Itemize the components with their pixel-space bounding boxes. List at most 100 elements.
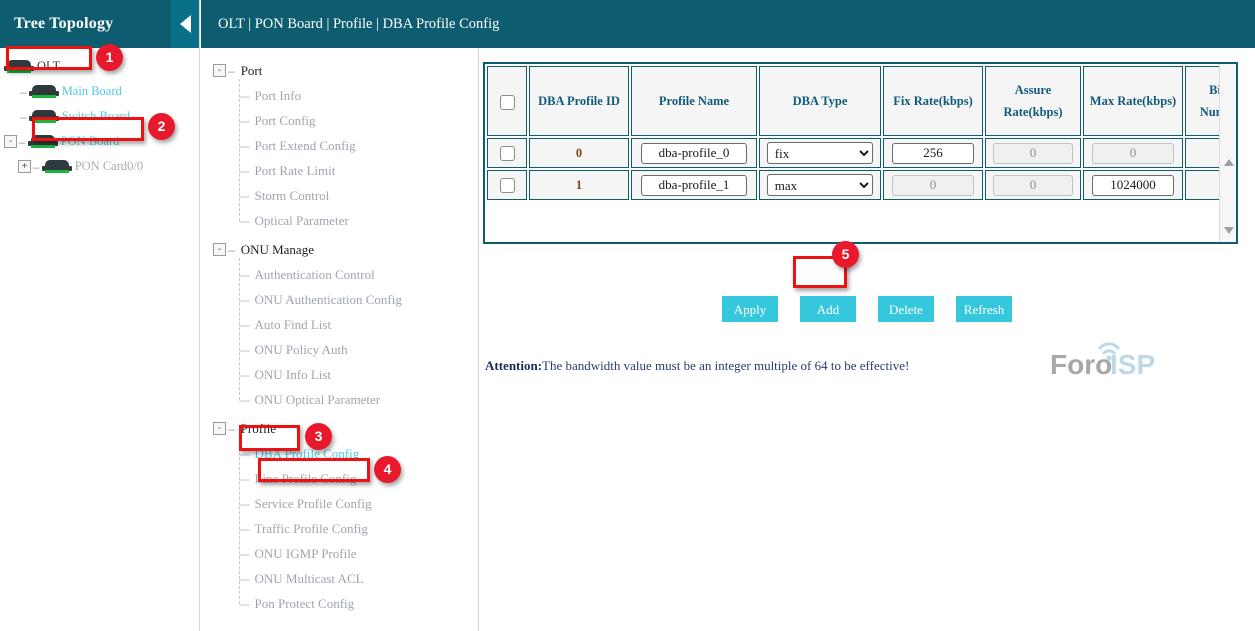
nav-children-onu-manage: --- Authentication Control --- ONU Authe…	[201, 262, 478, 412]
tree-connector: –	[18, 85, 29, 99]
assure-rate-input	[993, 143, 1072, 164]
col-assure-rate-line2: Rate(kbps)	[1003, 105, 1062, 119]
cell-assure-rate	[985, 138, 1081, 168]
delete-button[interactable]: Delete	[878, 296, 934, 322]
fix-rate-input	[892, 175, 975, 196]
tree-node-switch-board[interactable]: – Switch Board	[0, 104, 199, 129]
add-button[interactable]: Add	[800, 296, 856, 322]
nav-item-connector: ---	[239, 189, 250, 203]
nav-item-storm-control[interactable]: --- Storm Control	[201, 183, 478, 208]
chevron-left-icon[interactable]	[171, 0, 199, 48]
col-assure-rate: Assure Rate(kbps)	[985, 66, 1081, 136]
nav-group-label: ONU Manage	[241, 242, 314, 258]
nav-item-line-profile-config[interactable]: --- Line Profile Config	[201, 466, 478, 491]
nav-item-label: ONU Authentication Config	[255, 292, 402, 308]
action-button-row: Apply Add Delete Refresh	[480, 296, 1240, 322]
foroisp-watermark: Foro ISP	[1048, 336, 1178, 381]
tree-topology-body: OLT – Main Board – Switch Board - –	[0, 48, 199, 631]
tree-node-olt[interactable]: OLT	[0, 54, 199, 79]
nav-group-profile[interactable]: - – Profile	[201, 416, 478, 441]
nav-item-label: Port Config	[255, 113, 316, 129]
nav-item-label: ONU IGMP Profile	[255, 546, 357, 562]
nav-item-connector: ---	[239, 447, 250, 461]
tree-expander-plus-icon[interactable]: +	[18, 160, 31, 173]
nav-item-traffic-profile-config[interactable]: --- Traffic Profile Config	[201, 516, 478, 541]
nav-item-onu-igmp-profile[interactable]: --- ONU IGMP Profile	[201, 541, 478, 566]
nav-group-port[interactable]: - – Port	[201, 58, 478, 83]
nav-item-label: ONU Info List	[255, 367, 332, 383]
nav-item-label: Pon Protect Config	[255, 596, 355, 612]
nav-group-label: Profile	[241, 421, 276, 437]
tree-node-label: PON Card0/0	[75, 159, 143, 174]
tree-node-label: OLT	[37, 59, 60, 74]
tree-node-main-board[interactable]: – Main Board	[0, 79, 199, 104]
nav-expander-minus-icon[interactable]: -	[213, 243, 226, 256]
col-profile-name: Profile Name	[631, 66, 757, 136]
nav-item-label: ONU Multicast ACL	[255, 571, 364, 587]
triangle-up-icon[interactable]	[1224, 159, 1234, 166]
nav-expander-minus-icon[interactable]: -	[213, 64, 226, 77]
board-icon	[28, 135, 58, 148]
dba-type-select[interactable]: fix	[767, 142, 873, 164]
dba-type-select[interactable]: max	[767, 174, 873, 196]
cell-bind-number: 1	[1185, 138, 1219, 168]
nav-connector: –	[228, 243, 235, 257]
tree-expander-minus-icon[interactable]: -	[4, 135, 17, 148]
nav-item-port-info[interactable]: --- Port Info	[201, 83, 478, 108]
tree-connector: –	[18, 110, 29, 124]
nav-item-connector: ---	[239, 497, 250, 511]
nav-item-port-extend-config[interactable]: --- Port Extend Config	[201, 133, 478, 158]
nav-expander-minus-icon[interactable]: -	[213, 422, 226, 435]
refresh-button[interactable]: Refresh	[956, 296, 1012, 322]
select-all-checkbox[interactable]	[500, 95, 515, 110]
nav-item-auto-find-list[interactable]: --- Auto Find List	[201, 312, 478, 337]
nav-item-connector: ---	[239, 368, 250, 382]
nav-item-onu-info-list[interactable]: --- ONU Info List	[201, 362, 478, 387]
profile-name-input[interactable]	[641, 143, 748, 164]
nav-item-port-rate-limit[interactable]: --- Port Rate Limit	[201, 158, 478, 183]
nav-children-profile: --- DBA Profile Config --- Line Profile …	[201, 441, 478, 616]
chevron-left-glyph	[180, 15, 191, 33]
tree-node-pon-card-0-0[interactable]: + – PON Card0/0	[0, 154, 199, 179]
row-checkbox[interactable]	[500, 146, 515, 161]
section-nav-panel: - – Port --- Port Info --- Port Config -…	[201, 48, 479, 631]
nav-item-service-profile-config[interactable]: --- Service Profile Config	[201, 491, 478, 516]
nav-item-label: Auto Find List	[255, 317, 332, 333]
nav-item-onu-multicast-acl[interactable]: --- ONU Multicast ACL	[201, 566, 478, 591]
nav-item-label: Storm Control	[255, 188, 330, 204]
row-select-cell	[487, 138, 527, 168]
nav-item-optical-parameter[interactable]: --- Optical Parameter	[201, 208, 478, 233]
cell-profile-name	[631, 138, 757, 168]
nav-item-onu-authentication-config[interactable]: --- ONU Authentication Config	[201, 287, 478, 312]
nav-item-label: Service Profile Config	[255, 496, 372, 512]
nav-item-connector: ---	[239, 472, 250, 486]
row-checkbox[interactable]	[500, 178, 515, 193]
nav-group-label: Port	[241, 63, 263, 79]
max-rate-input[interactable]	[1092, 175, 1175, 196]
table-vertical-scrollbar[interactable]	[1219, 64, 1236, 242]
cell-dba-profile-id: 1	[529, 170, 629, 200]
svg-text:ISP: ISP	[1110, 349, 1155, 380]
nav-item-label: Port Extend Config	[255, 138, 356, 154]
nav-item-onu-optical-parameter[interactable]: --- ONU Optical Parameter	[201, 387, 478, 412]
col-bind-number: Bind Number	[1185, 66, 1219, 136]
nav-item-connector: ---	[239, 214, 250, 228]
nav-item-connector: ---	[239, 164, 250, 178]
nav-item-dba-profile-config[interactable]: --- DBA Profile Config	[201, 441, 478, 466]
profile-name-input[interactable]	[641, 175, 748, 196]
nav-item-onu-policy-auth[interactable]: --- ONU Policy Auth	[201, 337, 478, 362]
max-rate-input	[1092, 143, 1175, 164]
nav-item-authentication-control[interactable]: --- Authentication Control	[201, 262, 478, 287]
svg-text:Foro: Foro	[1050, 349, 1112, 380]
cell-fix-rate	[883, 170, 983, 200]
fix-rate-input[interactable]	[892, 143, 975, 164]
nav-item-pon-protect-config[interactable]: --- Pon Protect Config	[201, 591, 478, 616]
nav-item-label: ONU Policy Auth	[255, 342, 348, 358]
tree-topology-header: Tree Topology	[0, 0, 199, 48]
triangle-down-icon[interactable]	[1224, 227, 1234, 234]
apply-button[interactable]: Apply	[722, 296, 778, 322]
col-fix-rate: Fix Rate(kbps)	[883, 66, 983, 136]
nav-item-port-config[interactable]: --- Port Config	[201, 108, 478, 133]
nav-group-onu-manage[interactable]: - – ONU Manage	[201, 237, 478, 262]
tree-node-pon-board[interactable]: - – PON Board	[0, 129, 199, 154]
